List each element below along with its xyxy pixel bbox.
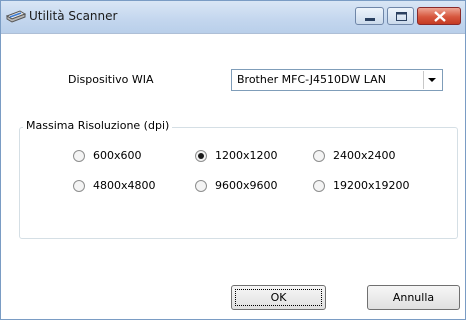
title-bar[interactable]: Utilità Scanner bbox=[1, 1, 465, 34]
ok-button[interactable]: OK bbox=[231, 285, 326, 310]
close-button[interactable] bbox=[417, 7, 461, 25]
radio-label: 19200x19200 bbox=[333, 179, 410, 192]
dialog-window: Utilità Scanner Dispositivo WIA Brother … bbox=[0, 0, 466, 320]
radio-label: 9600x9600 bbox=[215, 179, 278, 192]
device-select[interactable]: Brother MFC-J4510DW LAN bbox=[231, 69, 443, 91]
close-icon bbox=[434, 11, 446, 22]
dialog-content: Dispositivo WIA Brother MFC-J4510DW LAN … bbox=[1, 34, 465, 319]
radio-label: 2400x2400 bbox=[333, 149, 396, 162]
minimize-button[interactable] bbox=[355, 7, 384, 25]
maximize-icon bbox=[396, 12, 407, 21]
device-label: Dispositivo WIA bbox=[68, 73, 154, 86]
window-title: Utilità Scanner bbox=[29, 9, 118, 23]
radio-label: 600x600 bbox=[93, 149, 142, 162]
radio-label: 1200x1200 bbox=[215, 149, 278, 162]
scanner-icon bbox=[5, 8, 27, 24]
cancel-button-label: Annulla bbox=[392, 291, 435, 304]
cancel-button[interactable]: Annulla bbox=[367, 285, 460, 310]
maximize-button[interactable] bbox=[387, 7, 414, 25]
radio-selected-dot bbox=[198, 153, 204, 159]
dropdown-arrow-icon[interactable] bbox=[423, 71, 441, 89]
resolution-group-label: Massima Risoluzione (dpi) bbox=[23, 119, 173, 132]
minimize-icon bbox=[365, 18, 375, 21]
radio-label: 4800x4800 bbox=[93, 179, 156, 192]
focus-rectangle bbox=[235, 289, 322, 306]
device-select-value: Brother MFC-J4510DW LAN bbox=[237, 73, 386, 86]
